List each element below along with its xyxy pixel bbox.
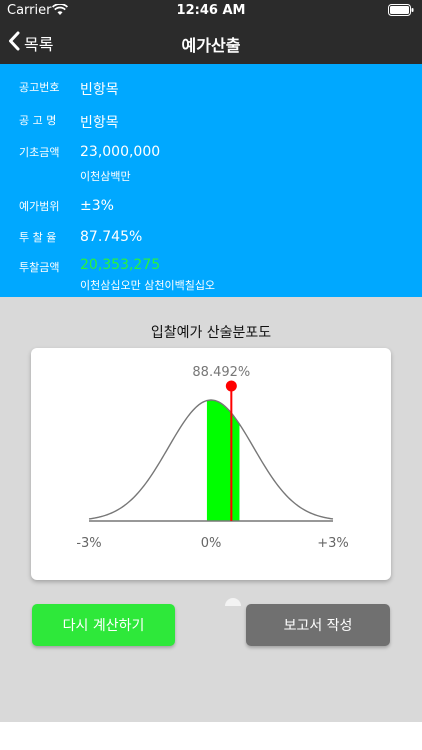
chart-section-title: 입찰예가 산술분포도 [150, 325, 272, 341]
label-base-amount: 기초금액 [19, 146, 60, 159]
marker-label: 88.492% [192, 365, 250, 380]
value-base-amount: 23,000,000 [80, 144, 161, 160]
recalculate-button[interactable]: 다시 계산하기 [32, 604, 175, 646]
bid-info-panel: 공고번호 빈항목 공 고 명 빈항목 기초금액 23,000,000 이천삼백만… [0, 64, 422, 297]
value-bid-amount: 20,353,275 [80, 257, 161, 273]
bottom-safe-area [0, 722, 422, 750]
x-tick-label: 0% [201, 536, 222, 551]
label-notice-name: 공 고 명 [19, 114, 57, 127]
label-price-range: 예가범위 [19, 200, 60, 213]
distribution-chart-card: 88.492% -3% 0% +3% [31, 348, 391, 580]
label-bid-rate: 투 찰 율 [19, 231, 57, 244]
value-bid-amount-korean: 이천삼십오만 삼천이백칠십오 [80, 279, 216, 292]
x-tick-label: +3% [317, 536, 349, 551]
page-title: 예가산출 [181, 36, 241, 55]
value-base-amount-korean: 이천삼백만 [80, 170, 131, 183]
value-price-range: ±3% [80, 198, 114, 214]
label-notice-number: 공고번호 [19, 81, 60, 94]
marker-dot [225, 380, 237, 392]
label-bid-amount: 투찰금액 [19, 261, 60, 274]
distribution-chart: 88.492% -3% 0% +3% [76, 365, 349, 551]
write-report-button[interactable]: 보고서 작성 [246, 604, 390, 646]
value-bid-rate: 87.745% [80, 229, 143, 245]
battery-icon [388, 4, 414, 20]
value-notice-name: 빈항목 [80, 115, 119, 131]
value-notice-number: 빈항목 [80, 82, 119, 98]
status-bar: Carrier 12:46 AM [0, 0, 422, 22]
navigation-bar: 목록 예가산출 [0, 22, 422, 64]
x-tick-label: -3% [76, 536, 101, 551]
clock: 12:46 AM [176, 3, 246, 18]
